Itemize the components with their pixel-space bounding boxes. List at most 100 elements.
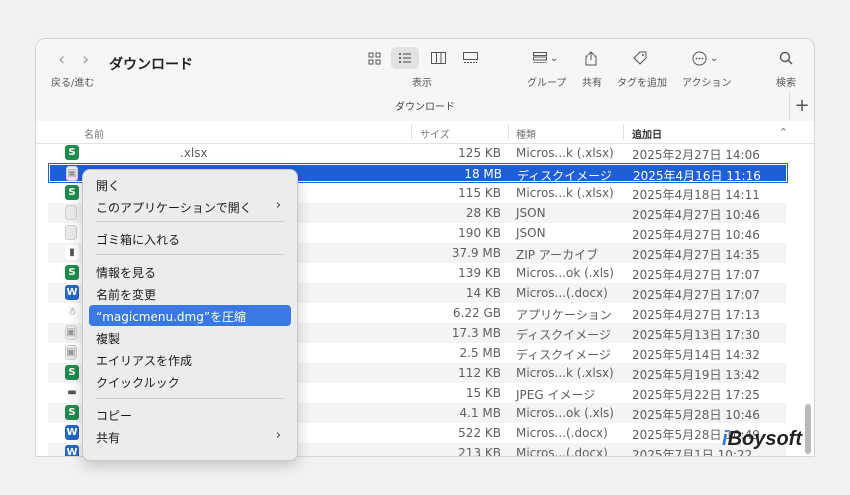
menu-item-quick-look[interactable]: クイックルック	[89, 371, 291, 392]
columns-icon	[430, 52, 446, 64]
menu-item-label: 名前を変更	[96, 288, 157, 302]
file-date-added: 2025年4月16日 11:16	[633, 169, 761, 183]
file-date-added: 2025年4月27日 14:35	[632, 248, 760, 262]
file-date-added: 2025年4月27日 17:13	[632, 308, 760, 322]
gallery-view-button[interactable]	[456, 47, 484, 69]
file-size: 139 KB	[458, 266, 501, 280]
action-button[interactable]: ⌄	[692, 47, 718, 69]
menu-item-label: “magicmenu.dmg”を圧縮	[96, 310, 247, 324]
search-icon	[779, 51, 793, 65]
file-row[interactable]: S .xlsx 125 KB Micros...k (.xlsx) 2025年2月27日…	[48, 143, 786, 163]
menu-item-open-with[interactable]: このアプリケーションで開く ›	[89, 196, 291, 217]
file-kind: Micros...ok (.xls)	[516, 266, 614, 280]
menu-item-make-alias[interactable]: エイリアスを作成	[89, 349, 291, 370]
scrollbar[interactable]	[805, 404, 811, 454]
file-type-icon: ▣	[66, 166, 78, 181]
ellipsis-circle-icon	[692, 51, 707, 65]
search-button[interactable]	[779, 47, 793, 69]
chevron-right-icon: ›	[275, 198, 281, 213]
list-icon	[399, 53, 411, 63]
file-type-icon: S	[65, 265, 79, 280]
menu-item-rename[interactable]: 名前を変更	[89, 283, 291, 304]
column-header: 名前 サイズ 種類 追加日 ⌃	[36, 121, 814, 144]
share-icon	[585, 50, 597, 65]
file-type-icon: S	[65, 405, 79, 420]
action-caption: アクション	[682, 78, 732, 89]
tag-caption: タグを追加	[617, 78, 667, 89]
file-type-icon: S	[65, 365, 79, 380]
column-date-added[interactable]: 追加日	[632, 126, 662, 141]
nav-caption: 戻る/進む	[51, 78, 95, 89]
file-type-icon: W	[65, 285, 79, 300]
file-size: 125 KB	[458, 146, 501, 160]
file-kind: Micros...k (.xlsx)	[516, 186, 614, 200]
group-caption: グループ	[527, 78, 567, 89]
file-type-icon: ▬	[65, 385, 79, 400]
path-title: ダウンロード	[395, 102, 455, 113]
menu-item-label: クイックルック	[96, 376, 180, 390]
file-kind: Micros...k (.xlsx)	[516, 146, 614, 160]
file-size: 28 KB	[465, 206, 501, 220]
menu-item-label: 複製	[96, 332, 121, 346]
file-kind: ZIP アーカイブ	[516, 248, 599, 262]
column-view-button[interactable]	[424, 47, 452, 69]
add-tag-button[interactable]	[633, 47, 648, 69]
file-kind: Micros...k (.xlsx)	[516, 366, 614, 380]
window-title: ダウンロード	[109, 57, 193, 73]
menu-separator	[95, 398, 285, 399]
context-menu: 開く このアプリケーションで開く › ゴミ箱に入れる 情報を見る 名前を変更 “m…	[82, 169, 298, 461]
file-size: 112 KB	[458, 366, 501, 380]
file-date-added: 2025年2月27日 14:06	[632, 148, 760, 162]
share-button[interactable]	[585, 47, 597, 69]
column-kind[interactable]: 種類	[516, 126, 536, 141]
file-size: 6.22 GB	[452, 306, 501, 320]
menu-item-copy[interactable]: コピー	[89, 404, 291, 425]
column-name[interactable]: 名前	[84, 126, 104, 141]
menu-item-get-info[interactable]: 情報を見る	[89, 261, 291, 282]
menu-item-trash[interactable]: ゴミ箱に入れる	[89, 228, 291, 249]
chevron-down-icon: ⌄	[710, 52, 719, 64]
menu-item-compress[interactable]: “magicmenu.dmg”を圧縮	[89, 305, 291, 326]
list-view-button[interactable]	[391, 47, 419, 69]
file-kind: Micros...(.docx)	[516, 426, 608, 440]
file-type-icon: ☃	[65, 305, 79, 320]
file-size: 18 MB	[464, 167, 502, 181]
group-button[interactable]: ⌄	[533, 47, 558, 69]
file-size: 213 KB	[458, 446, 501, 457]
file-type-icon: ▣	[65, 345, 77, 360]
menu-item-duplicate[interactable]: 複製	[89, 327, 291, 348]
file-kind: ディスクイメージ	[516, 328, 611, 342]
file-type-icon: W	[65, 425, 79, 440]
toolbar: ‹ › 戻る/進む ダウンロード 表示 ⌄ グループ 共有 タグを追加 ⌄ アク…	[36, 39, 814, 122]
chevron-down-icon: ⌄	[550, 52, 559, 64]
file-type-icon	[65, 225, 77, 240]
file-type-icon: S	[65, 185, 79, 200]
column-size[interactable]: サイズ	[420, 126, 450, 141]
menu-item-label: 情報を見る	[96, 266, 157, 280]
menu-item-open[interactable]: 開く	[89, 174, 291, 195]
file-date-added: 2025年5月22日 17:25	[632, 388, 760, 402]
file-type-icon: ▣	[65, 325, 77, 340]
file-date-added: 2025年5月19日 13:42	[632, 368, 760, 382]
file-size: 522 KB	[458, 426, 501, 440]
back-button[interactable]: ‹	[58, 49, 65, 70]
file-kind: ディスクイメージ	[517, 169, 612, 183]
file-kind: アプリケーション	[516, 308, 612, 322]
logo-text: Boysoft	[727, 428, 803, 450]
menu-item-label: エイリアスを作成	[96, 354, 193, 368]
add-tab-button[interactable]: +	[789, 91, 814, 120]
icon-view-button[interactable]	[360, 47, 388, 69]
menu-item-share[interactable]: 共有 ›	[89, 426, 291, 447]
forward-button[interactable]: ›	[82, 49, 89, 70]
file-size: 190 KB	[458, 226, 501, 240]
file-date-added: 2025年4月27日 17:07	[632, 288, 760, 302]
file-kind: JSON	[516, 226, 546, 240]
file-date-added: 2025年4月27日 17:07	[632, 268, 760, 282]
file-kind: ディスクイメージ	[516, 348, 611, 362]
file-kind: Micros...(.docx)	[516, 446, 608, 457]
search-caption: 検索	[776, 78, 796, 89]
file-type-icon: S	[65, 145, 79, 160]
group-icon	[533, 52, 547, 63]
sort-chevron-up-icon[interactable]: ⌃	[779, 126, 788, 139]
file-kind: Micros...ok (.xls)	[516, 406, 614, 420]
